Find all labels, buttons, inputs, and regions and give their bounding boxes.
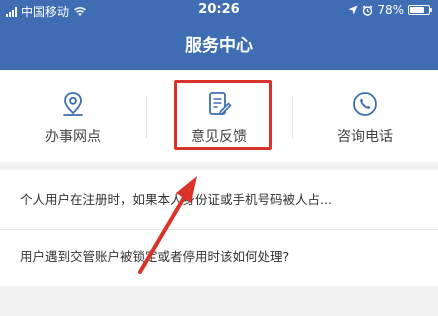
page-title: 服务中心	[0, 22, 438, 70]
faq-list: 个人用户在注册时，如果本人身份证或手机号码被人占... 用户遇到交管账户被锁定或…	[0, 170, 438, 286]
location-pin-icon	[63, 92, 83, 116]
location-arrow-icon	[348, 5, 358, 15]
faq-item[interactable]: 个人用户在注册时，如果本人身份证或手机号码被人占...	[0, 170, 438, 230]
quick-action-label: 办事网点	[45, 129, 101, 145]
quick-action-label: 意见反馈	[191, 129, 247, 145]
phone-icon	[353, 92, 377, 116]
list-bottom	[0, 296, 438, 316]
alarm-icon	[362, 4, 373, 16]
battery-icon	[408, 5, 432, 15]
battery-percent: 78%	[377, 3, 404, 17]
status-right: 78%	[348, 3, 432, 17]
faq-item[interactable]: 用户遇到交管账户被锁定或者停用时该如何处理?	[0, 230, 438, 286]
feedback-note-icon	[209, 92, 232, 116]
status-bar: 中国移动 20:26 78%	[0, 0, 438, 22]
quick-action-label: 咨询电话	[337, 129, 393, 145]
section-gap	[0, 162, 438, 170]
quick-action-hotline[interactable]: 咨询电话	[292, 70, 438, 162]
quick-action-service-outlets[interactable]: 办事网点	[0, 70, 146, 162]
quick-action-feedback[interactable]: 意见反馈	[146, 70, 292, 162]
quick-actions: 办事网点 意见反馈 咨询电话	[0, 70, 438, 162]
battery-fill	[410, 7, 424, 13]
